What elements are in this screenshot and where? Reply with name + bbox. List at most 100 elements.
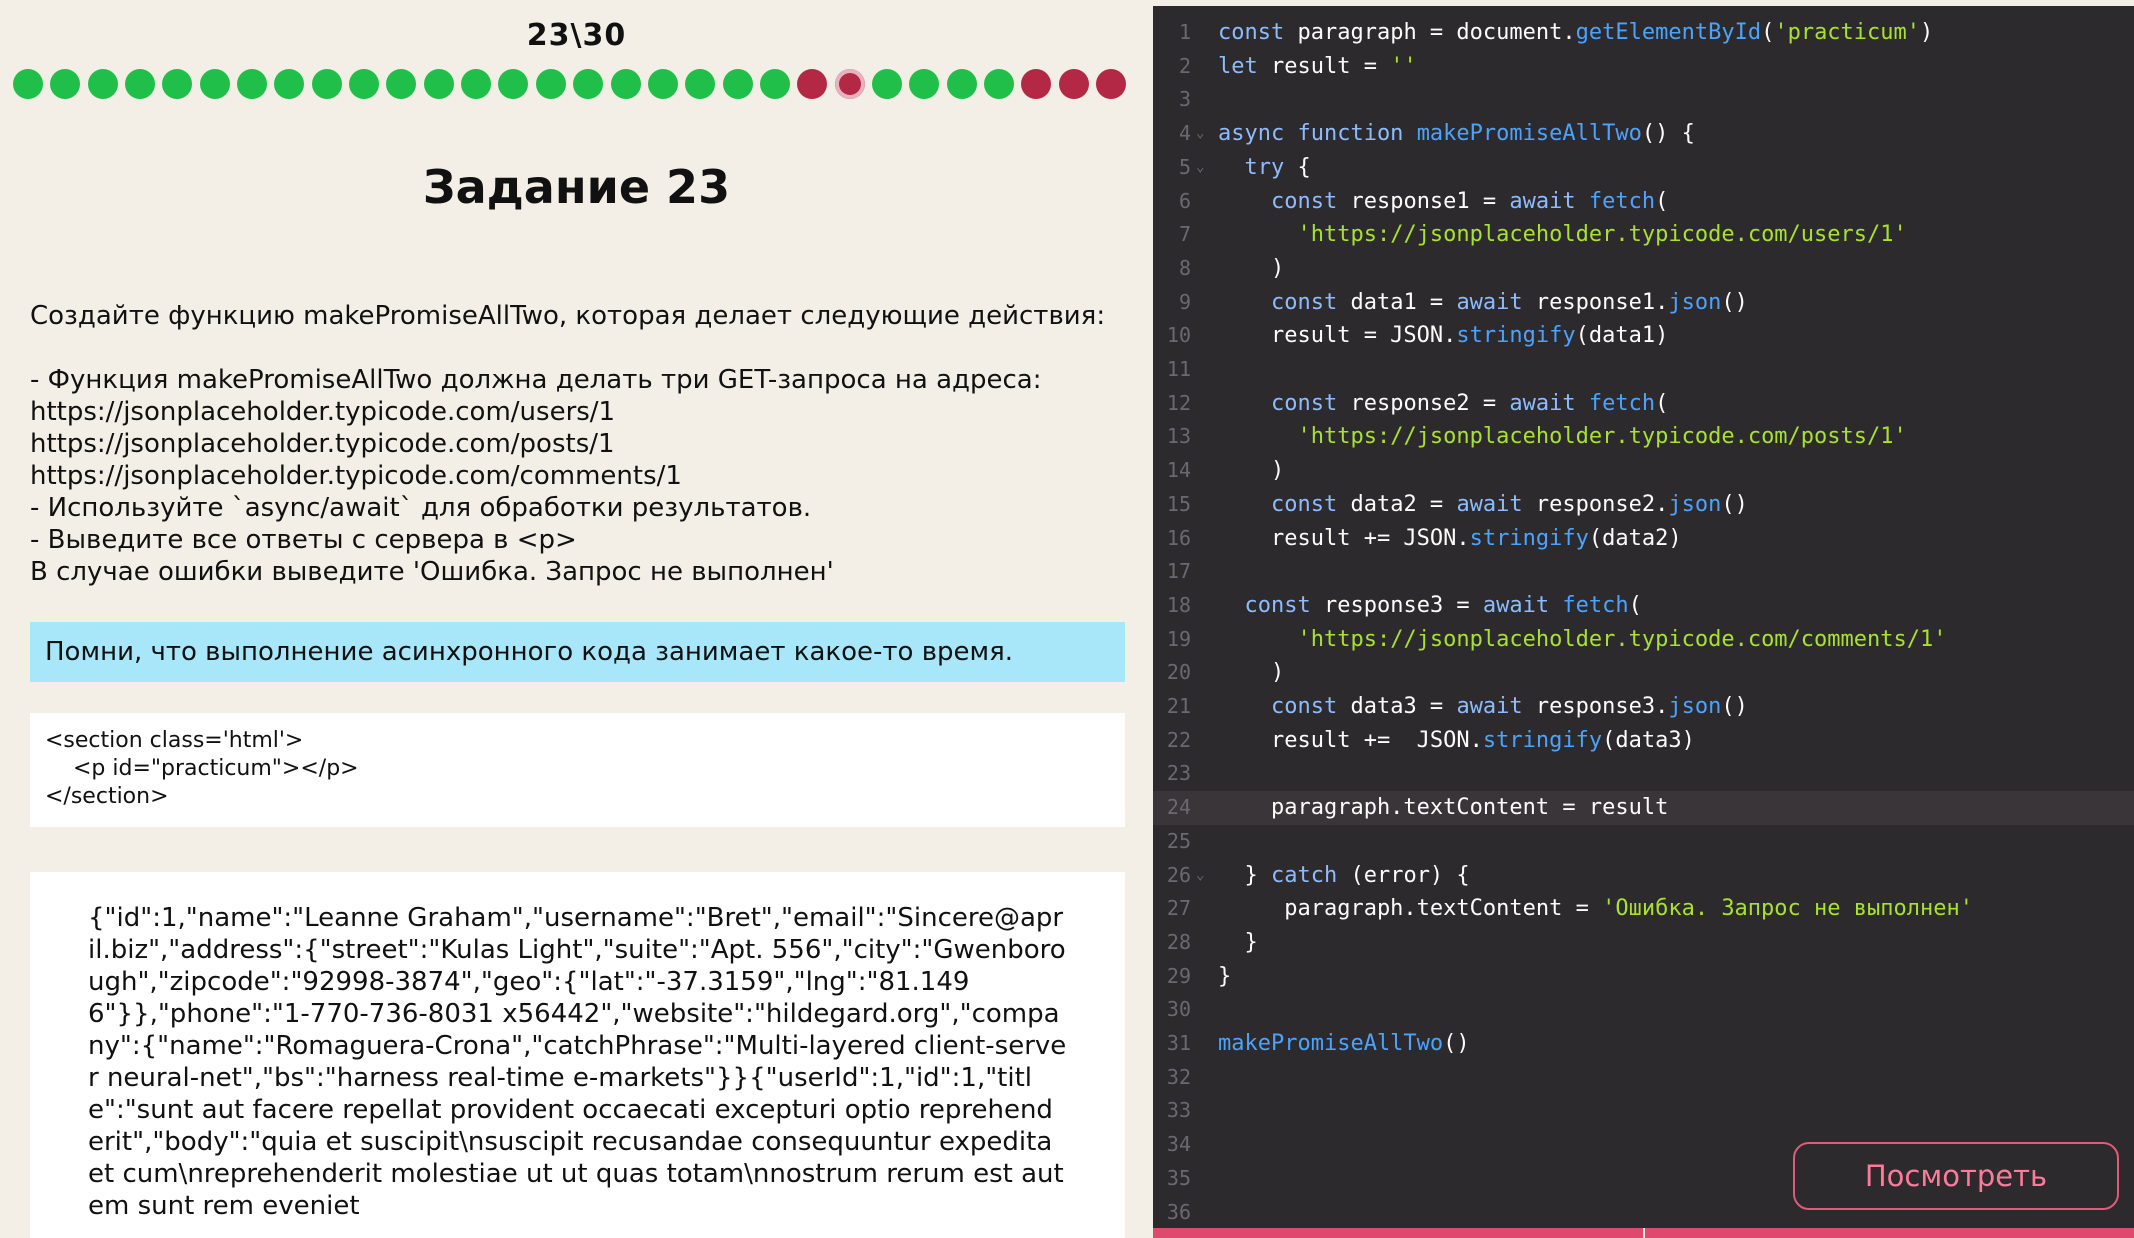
progress-dot-17[interactable] [610,69,641,99]
progress-dot-28[interactable] [1021,69,1052,99]
code-line[interactable]: 13 'https://jsonplaceholder.typicode.com… [1153,420,2134,454]
line-number: 29 [1166,963,1191,988]
code-text: const data3 = await response3.json() [1270,694,1748,719]
line-number: 23 [1166,761,1191,786]
progress-dot-30[interactable] [1095,69,1126,99]
code-line[interactable]: 8 ) [1153,252,2134,286]
progress-dot-29[interactable] [1058,69,1089,99]
progress-dot-19[interactable] [685,69,716,99]
code-line[interactable]: 2 let result = '' [1153,50,2134,84]
code-line[interactable]: 14 ) [1153,454,2134,488]
code-text: const data2 = await response2.json() [1270,491,1748,517]
line-number: 36 [1166,1199,1191,1224]
line-number: 18 [1166,592,1191,617]
line-number: 13 [1166,424,1191,449]
code-line[interactable]: 7 'https://jsonplaceholder.typicode.com/… [1153,218,2134,252]
fold-arrow-icon[interactable]: ⌄ [1196,859,1204,893]
code-text: result = JSON.stringify(data1) [1218,323,1669,349]
code-line[interactable]: 19 'https://jsonplaceholder.typicode.com… [1153,623,2134,657]
progress-dot-6[interactable] [199,69,230,99]
line-number: 24 [1166,795,1191,820]
progress-dot-14[interactable] [498,69,529,99]
progress-dot-12[interactable] [423,69,454,99]
line-number: 28 [1166,929,1191,954]
code-text: result += JSON.stringify(data2) [1218,525,1682,551]
progress-dot-21[interactable] [759,69,790,99]
code-line[interactable]: 9 const data1 = await response1.json() [1153,286,2134,320]
hint-box: Помни, что выполнение асинхронного кода … [30,622,1125,682]
progress-dot-15[interactable] [535,69,566,99]
code-text: const data1 = await response1.json() [1270,289,1748,315]
progress-dot-27[interactable] [983,69,1014,99]
line-number: 20 [1166,660,1191,685]
code-line[interactable]: 15 const data2 = await response2.json() [1153,488,2134,522]
task-title: Задание 23 [422,160,731,214]
progress-dot-9[interactable] [311,69,342,99]
code-line[interactable]: 16 result += JSON.stringify(data2) [1153,522,2134,556]
progress-dot-16[interactable] [573,69,604,99]
progress-dot-10[interactable] [349,69,380,99]
code-line[interactable]: 26 ⌄ } catch (error) { [1153,859,2134,893]
line-number: 8 [1178,255,1191,280]
progress-dot-7[interactable] [237,69,268,99]
progress-dot-24[interactable] [871,69,902,99]
line-number: 30 [1166,997,1191,1022]
code-line[interactable]: 24 paragraph.textContent = result [1153,791,2134,825]
line-number: 7 [1178,222,1191,247]
code-line[interactable]: 28 } [1153,926,2134,960]
code-line[interactable]: 21 const data3 = await response3.json() [1153,690,2134,724]
bottom-bar-divider [1643,1228,1645,1238]
code-line[interactable]: 6 const response1 = await fetch( [1153,185,2134,219]
progress-dot-20[interactable] [722,69,753,99]
progress-dot-11[interactable] [386,69,417,99]
code-line[interactable]: 10 result = JSON.stringify(data1) [1153,319,2134,353]
code-line[interactable]: 5 ⌄ try { [1153,151,2134,185]
progress-dot-5[interactable] [162,69,193,99]
code-line[interactable]: 25 [1153,825,2134,859]
code-line[interactable]: 3 [1153,83,2134,117]
code-text: const response2 = await fetch( [1270,390,1669,416]
code-line[interactable]: 32 [1153,1061,2134,1095]
progress-dot-13[interactable] [461,69,492,99]
code-text: async function makePromiseAllTwo() { [1218,121,1695,147]
progress-dot-18[interactable] [647,69,678,99]
progress-dot-4[interactable] [125,69,156,99]
line-number: 17 [1166,559,1191,584]
progress-dot-1[interactable] [13,69,43,99]
code-line[interactable]: 23 [1153,757,2134,791]
line-number: 6 [1178,188,1191,213]
progress-dot-3[interactable] [87,69,118,99]
code-line[interactable]: 30 [1153,993,2134,1027]
code-line[interactable]: 27 paragraph.textContent = 'Ошибка. Запр… [1153,892,2134,926]
code-line[interactable]: 1 const paragraph = document.getElementBy… [1153,16,2134,50]
code-line[interactable]: 17 [1153,555,2134,589]
code-text: result += JSON.stringify(data3) [1218,727,1695,753]
view-solution-button[interactable]: Посмотреть решение [1793,1142,2119,1238]
progress-dot-25[interactable] [909,69,940,99]
fold-arrow-icon[interactable]: ⌄ [1196,117,1204,151]
task-counter: 23\30 [526,18,627,53]
line-number: 12 [1166,390,1191,415]
line-number: 4 [1178,121,1191,146]
code-line[interactable]: 18 const response3 = await fetch( [1153,589,2134,623]
progress-dot-23[interactable] [834,69,865,99]
progress-dot-26[interactable] [946,69,977,99]
code-line[interactable]: 22 result += JSON.stringify(data3) [1153,724,2134,758]
code-line[interactable]: 29} [1153,960,2134,994]
code-line[interactable]: 11 [1153,353,2134,387]
code-line[interactable]: 20 ) [1153,656,2134,690]
code-text: ) [1218,255,1285,281]
code-editor[interactable]: 1 const paragraph = document.getElementBy… [1153,0,2134,1238]
line-number: 3 [1178,87,1191,112]
progress-dot-8[interactable] [274,69,305,99]
progress-dot-22[interactable] [797,69,828,99]
code-line[interactable]: 12 const response2 = await fetch( [1153,387,2134,421]
fold-arrow-icon[interactable]: ⌄ [1196,151,1204,185]
code-line[interactable]: 31 makePromiseAllTwo() [1153,1027,2134,1061]
progress-dot-2[interactable] [50,69,81,99]
code-line[interactable]: 4 ⌄ async function makePromiseAllTwo() { [1153,117,2134,151]
code-text: 'https://jsonplaceholder.typicode.com/po… [1297,424,1907,450]
code-line[interactable]: 33 [1153,1094,2134,1128]
code-text: ) [1218,660,1285,686]
line-number: 34 [1166,1132,1191,1157]
